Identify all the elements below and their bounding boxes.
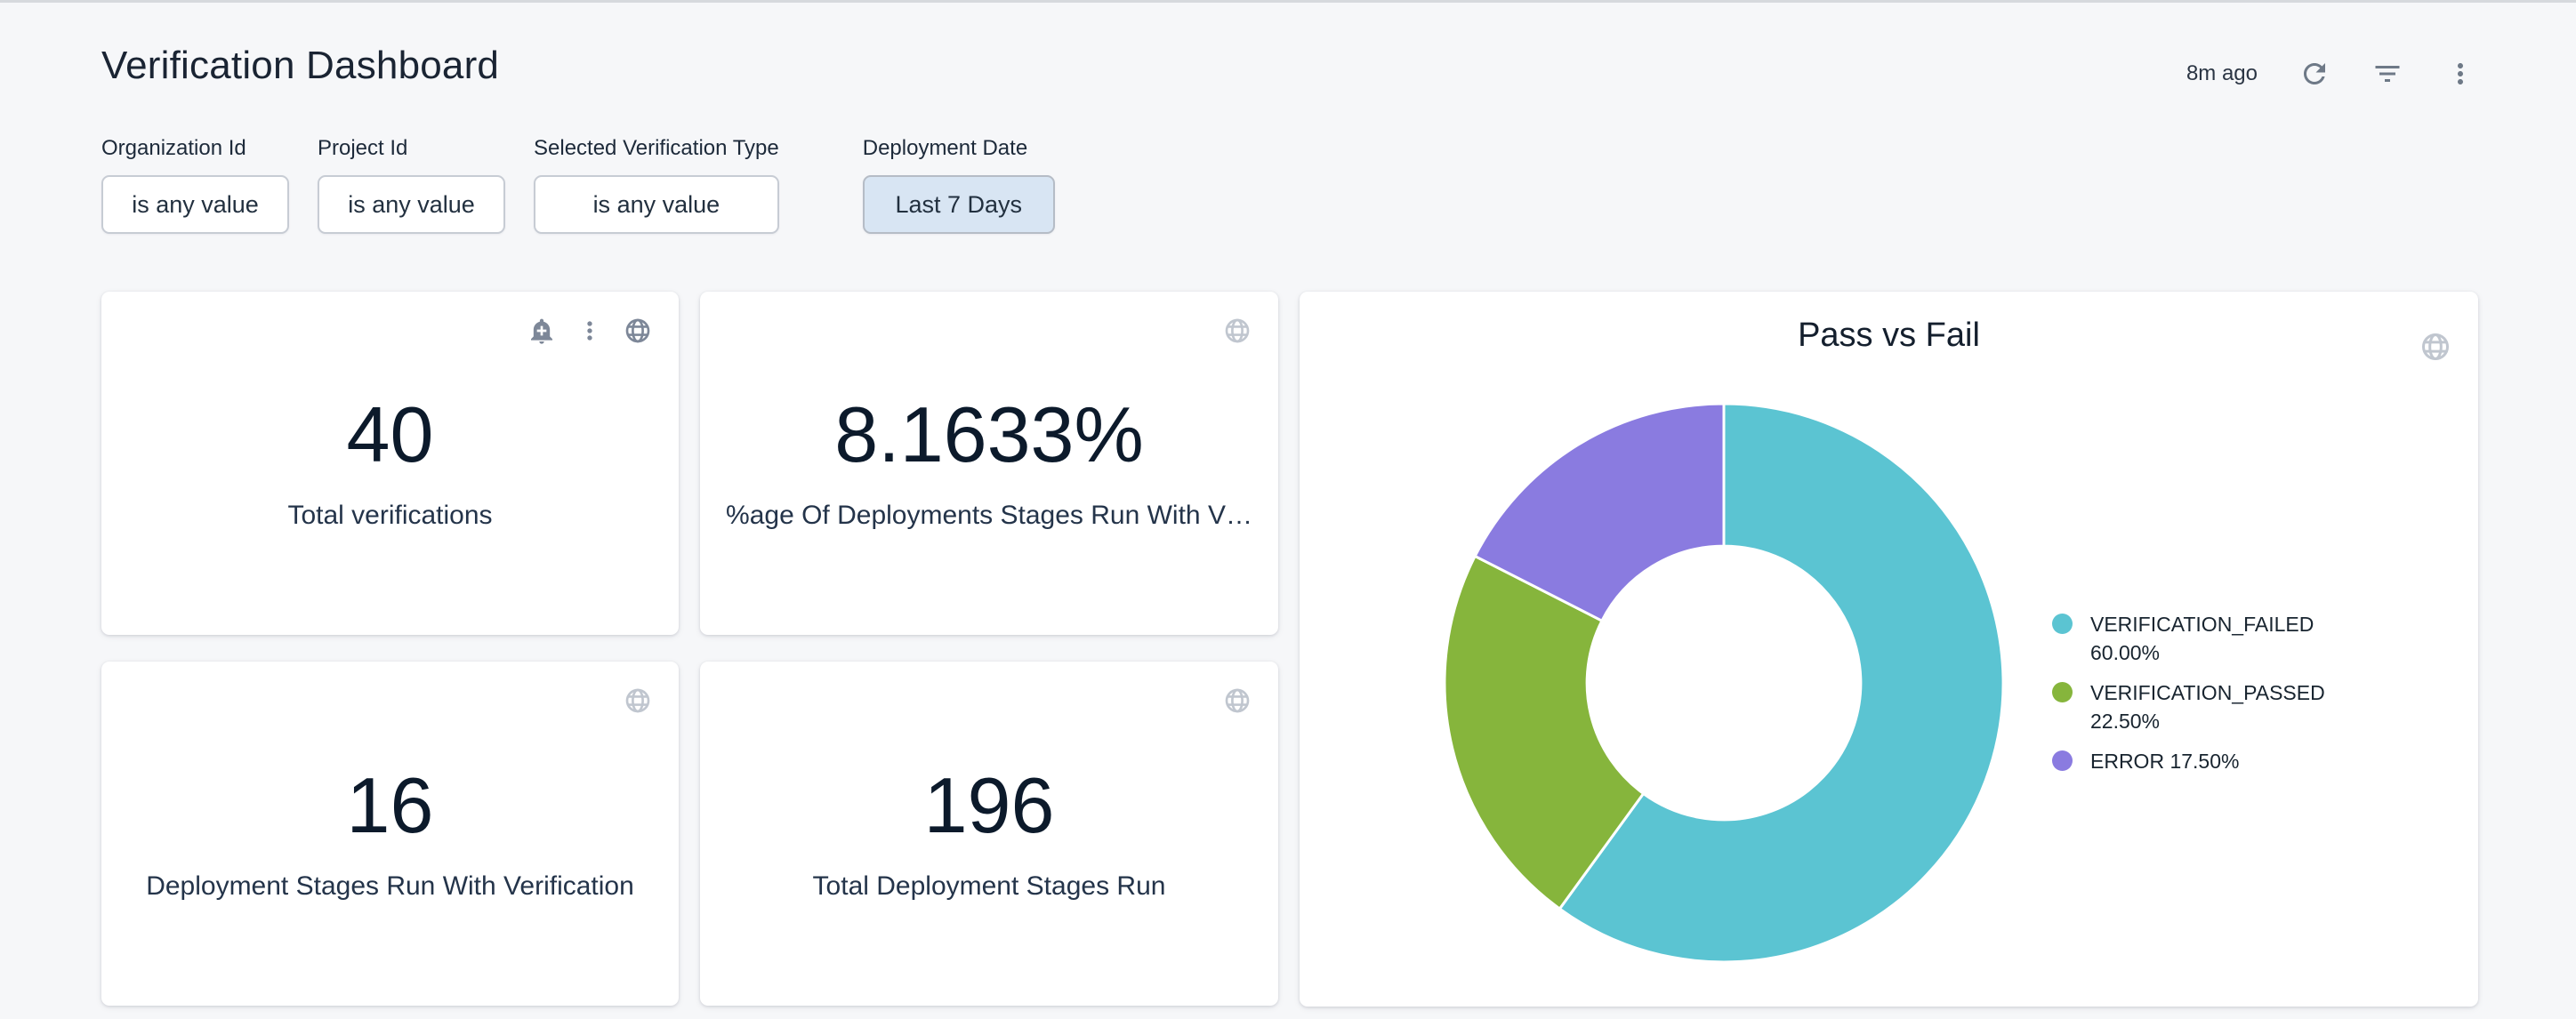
chart-pass-vs-fail: Pass vs Fail VERIFICATION_FAILED 60.00%V… <box>1300 292 2478 1007</box>
chart-legend: VERIFICATION_FAILED 60.00% VERIFICATION_P… <box>2052 610 2346 775</box>
legend-item-verification_failed[interactable]: VERIFICATION_FAILED 60.00% <box>2052 610 2346 667</box>
filter-bar: Organization Id is any value Project Id … <box>101 136 1055 234</box>
filter-value-deployment-date[interactable]: Last 7 Days <box>863 175 1055 234</box>
filter-verification-type: Selected Verification Type is any value <box>534 136 779 234</box>
chart-title: Pass vs Fail <box>1300 317 2478 355</box>
filter-organization-id: Organization Id is any value <box>101 136 289 234</box>
legend-item-verification_passed[interactable]: VERIFICATION_PASSED 22.50% <box>2052 678 2346 735</box>
filter-label: Organization Id <box>101 136 289 161</box>
tile-stages-run-with-verification: 16 Deployment Stages Run With Verificati… <box>101 662 679 1006</box>
kpi-value: 8.1633% <box>834 396 1143 474</box>
kebab-menu-icon[interactable] <box>2444 58 2476 90</box>
legend-dot <box>2052 750 2073 771</box>
kpi-label: Total verifications <box>287 501 492 531</box>
tile-percentage-stages-with-verification: 8.1633% %age Of Deployments Stages Run W… <box>700 292 1278 635</box>
page-title: Verification Dashboard <box>101 44 499 88</box>
legend-item-error[interactable]: ERROR 17.50% <box>2052 747 2346 775</box>
filter-label: Selected Verification Type <box>534 136 779 161</box>
legend-label: ERROR 17.50% <box>2090 747 2239 775</box>
kpi-label: Deployment Stages Run With Verification <box>146 871 634 902</box>
donut-chart[interactable] <box>1430 389 2017 976</box>
legend-dot <box>2052 682 2073 702</box>
last-updated-text: 8m ago <box>2186 61 2258 86</box>
filter-label: Deployment Date <box>863 136 1055 161</box>
kpi-value: 196 <box>924 766 1055 845</box>
tile-total-deployment-stages-run: 196 Total Deployment Stages Run <box>700 662 1278 1006</box>
legend-label: VERIFICATION_PASSED 22.50% <box>2090 678 2346 735</box>
kpi-label: %age Of Deployments Stages Run With V… <box>726 501 1252 531</box>
filter-value-verification-type[interactable]: is any value <box>534 175 779 234</box>
filter-value-organization-id[interactable]: is any value <box>101 175 289 234</box>
kpi-label: Total Deployment Stages Run <box>813 871 1166 902</box>
legend-label: VERIFICATION_FAILED 60.00% <box>2090 610 2346 667</box>
filter-deployment-date: Deployment Date Last 7 Days <box>863 136 1055 234</box>
refresh-icon[interactable] <box>2298 58 2330 90</box>
kpi-value: 16 <box>347 766 434 845</box>
header-actions: 8m ago <box>2186 49 2476 99</box>
filter-project-id: Project Id is any value <box>318 136 505 234</box>
globe-icon[interactable] <box>2419 331 2451 363</box>
filter-label: Project Id <box>318 136 505 161</box>
tile-total-verifications: 40 Total verifications <box>101 292 679 635</box>
filter-value-project-id[interactable]: is any value <box>318 175 505 234</box>
legend-dot <box>2052 614 2073 634</box>
kpi-value: 40 <box>347 396 434 474</box>
filter-icon[interactable] <box>2371 58 2403 90</box>
